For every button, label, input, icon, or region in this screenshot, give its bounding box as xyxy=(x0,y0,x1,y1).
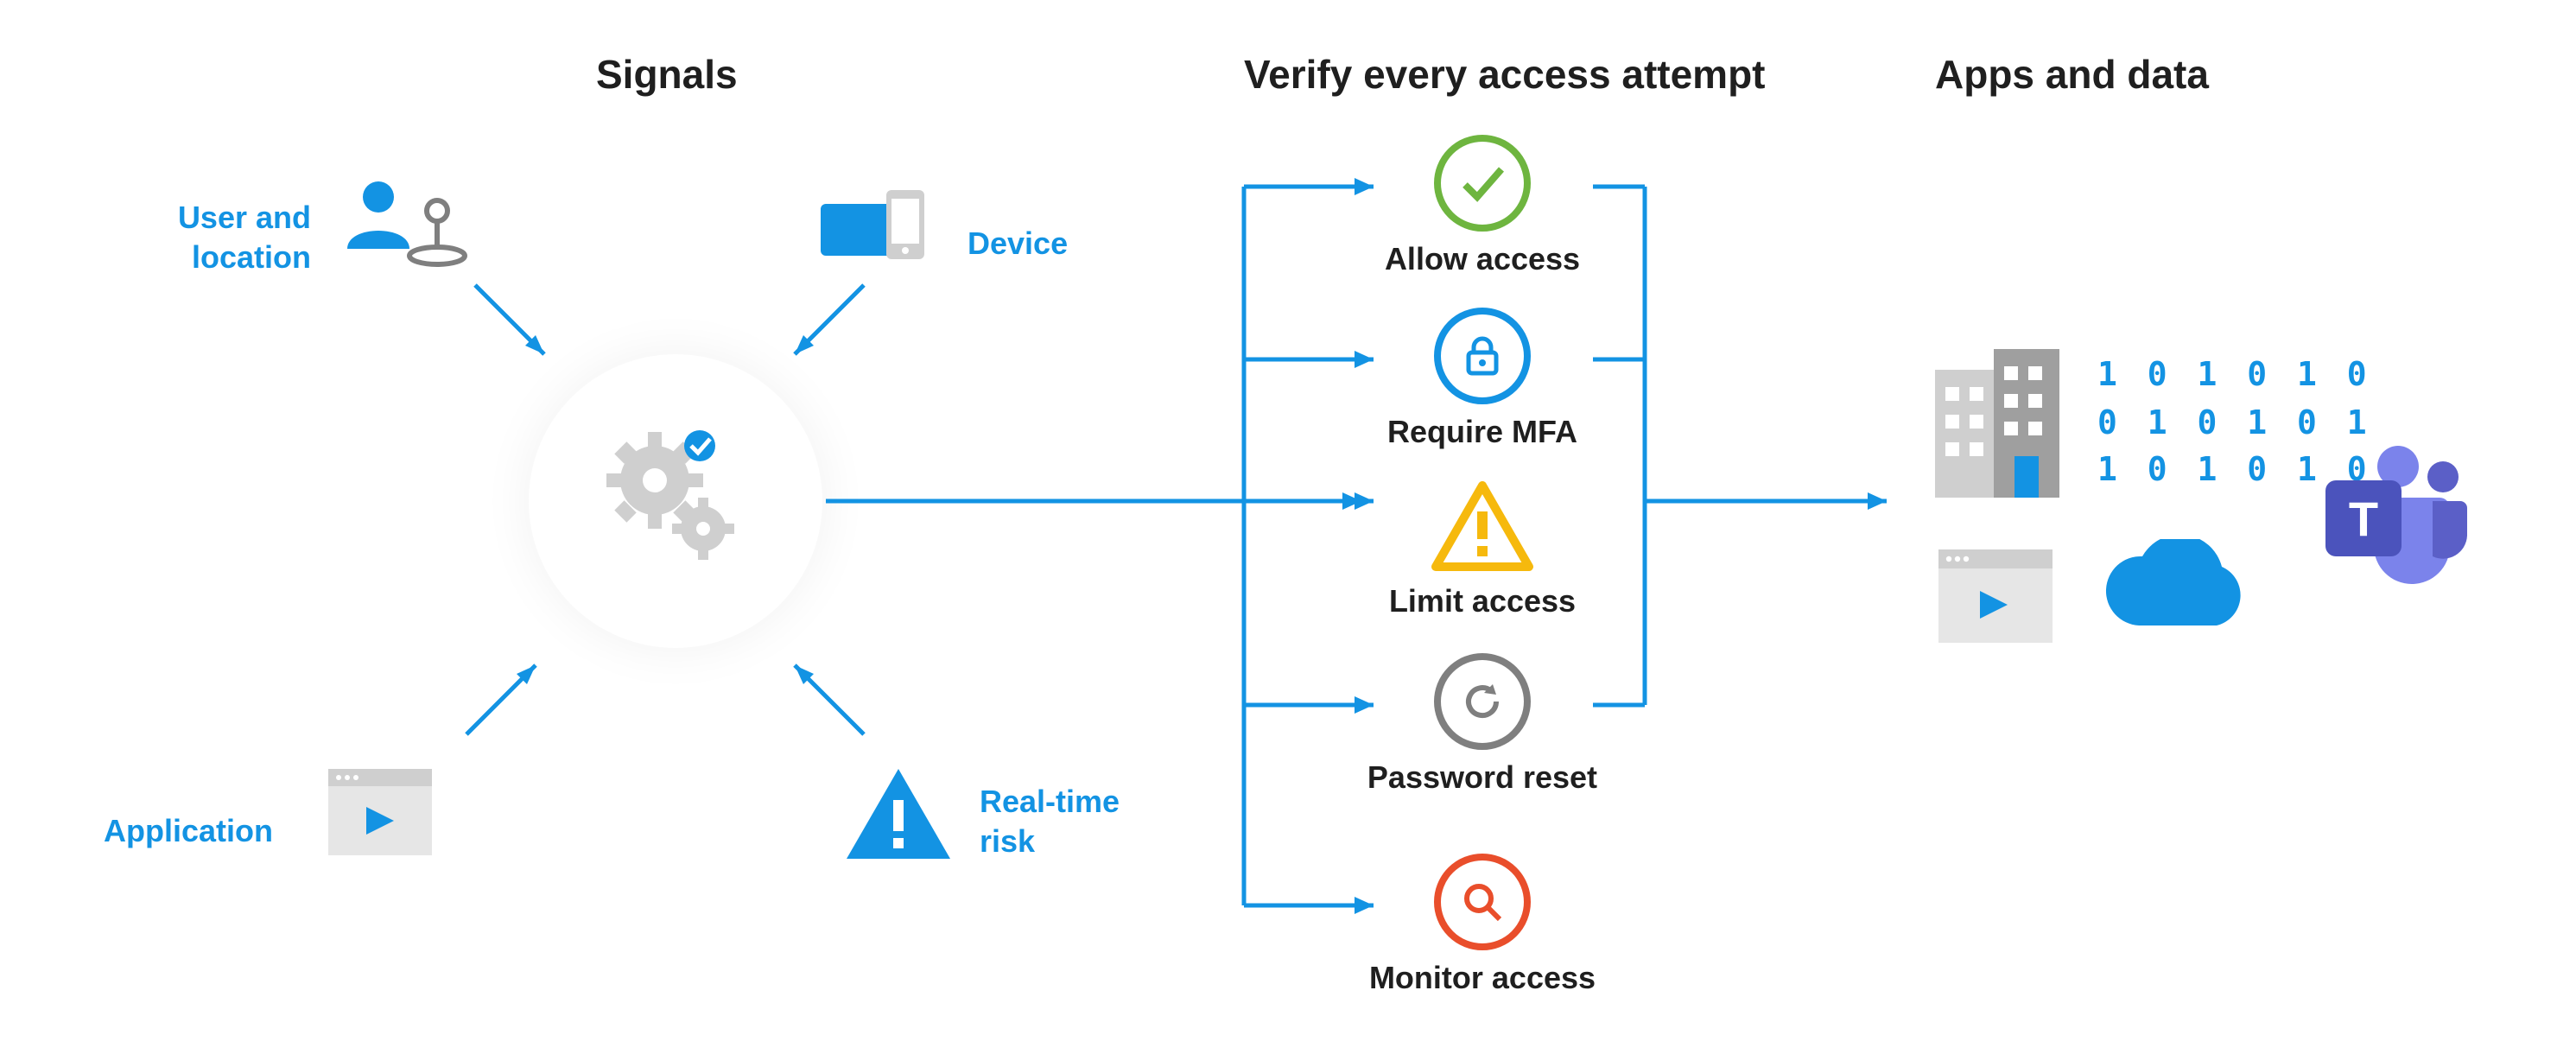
arrow-user-to-hub xyxy=(466,276,570,380)
limit-access-icon xyxy=(1431,480,1534,574)
monitor-access-label: Monitor access xyxy=(1344,961,1621,997)
signal-user-location-label: User and location xyxy=(155,199,311,280)
require-mfa-icon xyxy=(1434,308,1531,404)
teams-icon: T xyxy=(2301,439,2474,594)
svg-text:T: T xyxy=(2349,492,2378,546)
device-icon xyxy=(821,190,942,276)
arrow-device-to-hub xyxy=(769,276,872,380)
heading-signals: Signals xyxy=(596,52,738,98)
heading-verify: Verify every access attempt xyxy=(1244,52,1766,98)
cloud-icon xyxy=(2096,539,2260,643)
building-icon xyxy=(1935,349,2059,498)
signal-device-label: Device xyxy=(968,225,1068,265)
risk-warning-icon xyxy=(847,769,950,859)
policy-engine-hub xyxy=(529,354,822,648)
signal-risk-label: Real-time risk xyxy=(980,783,1120,864)
arrow-to-apps xyxy=(1645,484,1904,518)
monitor-access-icon xyxy=(1434,854,1531,950)
password-reset-label: Password reset xyxy=(1344,760,1621,797)
arrow-app-to-hub xyxy=(458,639,562,743)
allow-access-icon xyxy=(1434,135,1531,232)
gears-icon xyxy=(589,415,762,587)
password-reset-icon xyxy=(1434,653,1531,750)
verify-collect-bracket xyxy=(1576,149,1679,736)
arrow-risk-to-hub xyxy=(769,639,872,743)
signal-application-label: Application xyxy=(104,812,273,853)
application-icon xyxy=(328,769,432,855)
browser-icon xyxy=(1938,549,2053,643)
diagram-canvas: Signals Verify every access attempt Apps… xyxy=(0,0,2576,1054)
user-location-icon xyxy=(337,173,475,270)
heading-apps: Apps and data xyxy=(1935,52,2209,98)
